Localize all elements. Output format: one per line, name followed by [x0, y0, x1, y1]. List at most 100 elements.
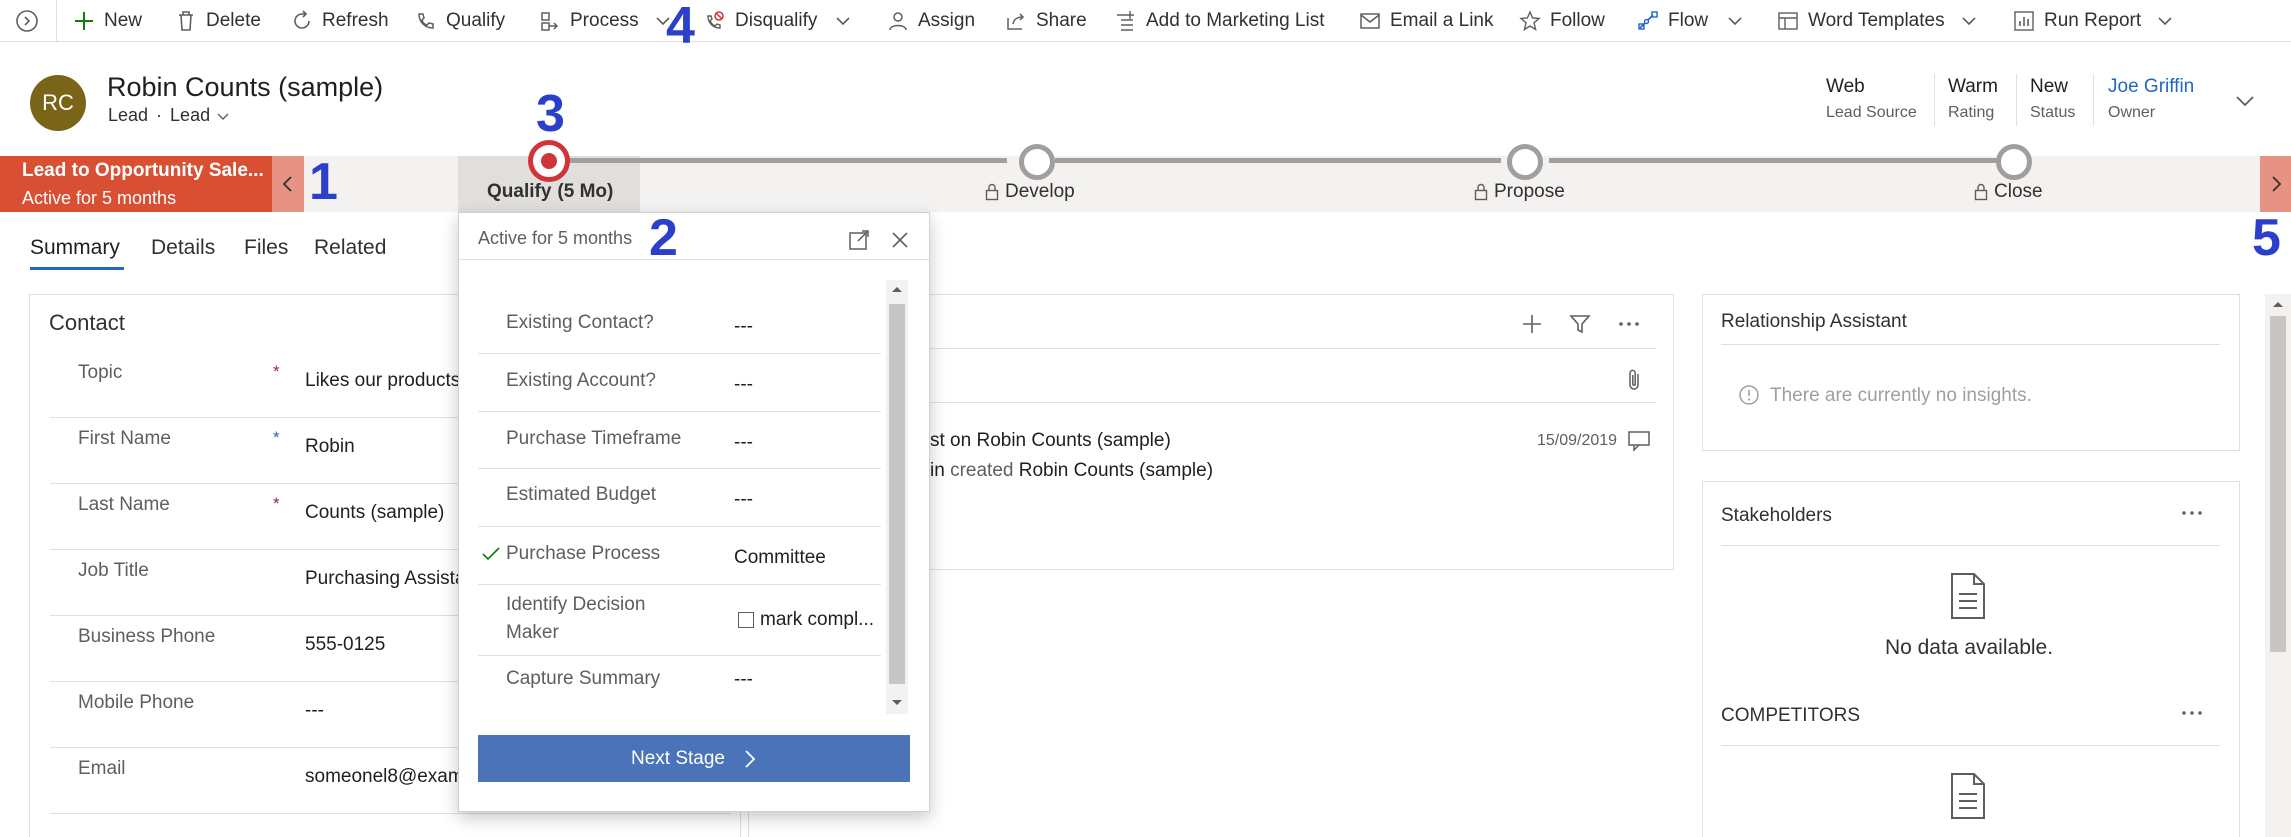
- more-options-icon[interactable]: [1616, 312, 1642, 336]
- email-a-link-button[interactable]: Email a Link: [1358, 0, 1494, 42]
- stage-propose-dot[interactable]: [1507, 144, 1543, 180]
- stage-qualify-active-ring[interactable]: [528, 140, 570, 182]
- process-name-flag[interactable]: Lead to Opportunity Sale... Active for 5…: [0, 156, 272, 212]
- flyout-field-capture-summary-label: Capture Summary: [506, 668, 661, 689]
- contact-section-title: Contact: [49, 310, 125, 335]
- scroll-up-arrow-icon[interactable]: [889, 283, 905, 295]
- add-icon[interactable]: [1520, 312, 1544, 336]
- lock-icon: [1974, 183, 1988, 201]
- list-add-icon: [1114, 9, 1138, 33]
- owner-link[interactable]: Joe Griffin: [2108, 76, 2194, 98]
- disqualify-button[interactable]: Disqualify: [703, 0, 817, 42]
- timeline-post-body: in created Robin Counts (sample): [930, 460, 1214, 481]
- tab-summary[interactable]: Summary: [30, 236, 120, 260]
- chevron-down-icon[interactable]: [832, 10, 854, 32]
- info-icon: [1739, 385, 1759, 405]
- document-icon: [1951, 773, 1985, 819]
- annotation-1: 1: [309, 153, 338, 211]
- flyout-field-purchase-timeframe[interactable]: Purchase Timeframe ---: [478, 412, 881, 469]
- stage-qualify-label[interactable]: Qualify (5 Mo): [487, 181, 613, 203]
- header-field-owner[interactable]: Joe Griffin Owner: [2108, 76, 2194, 122]
- chevron-down-icon[interactable]: [1958, 10, 1980, 32]
- chevron-down-icon: [217, 113, 229, 120]
- competitors-more-icon[interactable]: [2180, 703, 2204, 723]
- relationship-assistant-title: Relationship Assistant: [1721, 311, 1907, 332]
- trash-icon: [174, 9, 198, 33]
- checkmark-icon: [482, 547, 500, 561]
- next-stage-button[interactable]: Next Stage: [478, 735, 910, 782]
- refresh-button[interactable]: Refresh: [290, 0, 389, 42]
- post-comment-icon[interactable]: [1626, 428, 1652, 454]
- stage-close-dot[interactable]: [1996, 144, 2032, 180]
- chevron-down-icon[interactable]: [2154, 10, 2176, 32]
- stage-develop-label[interactable]: Develop: [985, 181, 1075, 203]
- scroll-down-arrow-icon[interactable]: [889, 697, 905, 709]
- stage-previous-button[interactable]: [272, 156, 304, 212]
- phone-check-icon: [414, 9, 438, 33]
- nav-circle-button[interactable]: [14, 0, 40, 42]
- phone-block-icon: [703, 9, 727, 33]
- active-tab-indicator: [30, 267, 124, 270]
- run-report-button[interactable]: Run Report: [2012, 0, 2141, 42]
- close-icon[interactable]: [889, 229, 911, 251]
- checkbox-box[interactable]: [738, 612, 754, 628]
- tab-related[interactable]: Related: [314, 236, 386, 260]
- share-button[interactable]: Share: [1004, 0, 1087, 42]
- chevron-circle-icon: [16, 10, 38, 32]
- word-templates-button[interactable]: Word Templates: [1776, 0, 1945, 42]
- no-data-message: No data available.: [1884, 636, 2054, 659]
- mark-complete-checkbox[interactable]: mark compl...: [738, 609, 874, 631]
- record-title: Robin Counts (sample): [107, 72, 384, 102]
- timeline-post-title[interactable]: st on Robin Counts (sample): [930, 430, 1171, 452]
- new-button[interactable]: New: [72, 0, 142, 42]
- stage-develop-dot[interactable]: [1019, 144, 1055, 180]
- process-button[interactable]: Process: [538, 0, 639, 42]
- annotation-4: 4: [666, 0, 695, 55]
- stage-propose-label[interactable]: Propose: [1474, 181, 1565, 203]
- annotation-3: 3: [536, 85, 565, 143]
- tab-files[interactable]: Files: [244, 236, 288, 260]
- business-process-bar: [0, 156, 2291, 212]
- stage-close-label[interactable]: Close: [1974, 181, 2043, 203]
- word-template-icon: [1776, 9, 1800, 33]
- scroll-up-arrow-icon[interactable]: [2270, 298, 2286, 310]
- header-field-status: New Status: [2030, 76, 2076, 121]
- flow-button[interactable]: Flow: [1636, 0, 1708, 42]
- assign-button[interactable]: Assign: [886, 0, 975, 42]
- delete-button[interactable]: Delete: [174, 0, 261, 42]
- filter-icon[interactable]: [1568, 312, 1592, 336]
- flyout-field-capture-summary-value[interactable]: ---: [734, 669, 753, 691]
- qualify-button[interactable]: Qualify: [414, 0, 505, 42]
- chevron-left-icon: [282, 176, 292, 192]
- flyout-field-estimated-budget[interactable]: Estimated Budget ---: [478, 469, 881, 527]
- annotation-2: 2: [649, 209, 678, 267]
- tab-details[interactable]: Details: [151, 236, 215, 260]
- follow-button[interactable]: Follow: [1518, 0, 1605, 42]
- stakeholders-title: Stakeholders: [1721, 505, 1832, 526]
- add-to-marketing-list-button[interactable]: Add to Marketing List: [1114, 0, 1324, 42]
- flyout-status: Active for 5 months: [478, 228, 633, 248]
- dock-flyout-icon[interactable]: [848, 229, 870, 251]
- header-field-rating: Warm Rating: [1948, 76, 1998, 121]
- attachment-icon[interactable]: [1624, 368, 1644, 392]
- person-icon: [886, 9, 910, 33]
- flyout-field-existing-contact[interactable]: Existing Contact? ---: [478, 296, 881, 354]
- flow-icon: [1636, 9, 1660, 33]
- chevron-down-icon[interactable]: [1724, 10, 1746, 32]
- form-selector[interactable]: Lead: [170, 105, 230, 126]
- avatar: RC: [30, 75, 86, 131]
- competitors-title: COMPETITORS: [1721, 705, 1860, 726]
- flyout-field-existing-account[interactable]: Existing Account? ---: [478, 354, 881, 412]
- flyout-field-identify-decision-maker[interactable]: Identify Decision Maker mark compl...: [478, 585, 881, 656]
- chevron-right-icon: [745, 749, 756, 768]
- share-icon: [1004, 9, 1028, 33]
- timeline-note-input[interactable]: [930, 348, 1656, 403]
- page-scrollbar-thumb[interactable]: [2270, 316, 2286, 652]
- stakeholders-more-icon[interactable]: [2180, 503, 2204, 523]
- record-subtitle: Lead · Lead: [108, 105, 230, 126]
- flyout-field-purchase-process[interactable]: Purchase Process Committee: [478, 527, 881, 585]
- header-expand-chevron-icon[interactable]: [2232, 88, 2258, 114]
- flyout-scrollbar-thumb[interactable]: [889, 304, 905, 684]
- stage-next-button[interactable]: [2260, 156, 2291, 212]
- refresh-icon: [290, 9, 314, 33]
